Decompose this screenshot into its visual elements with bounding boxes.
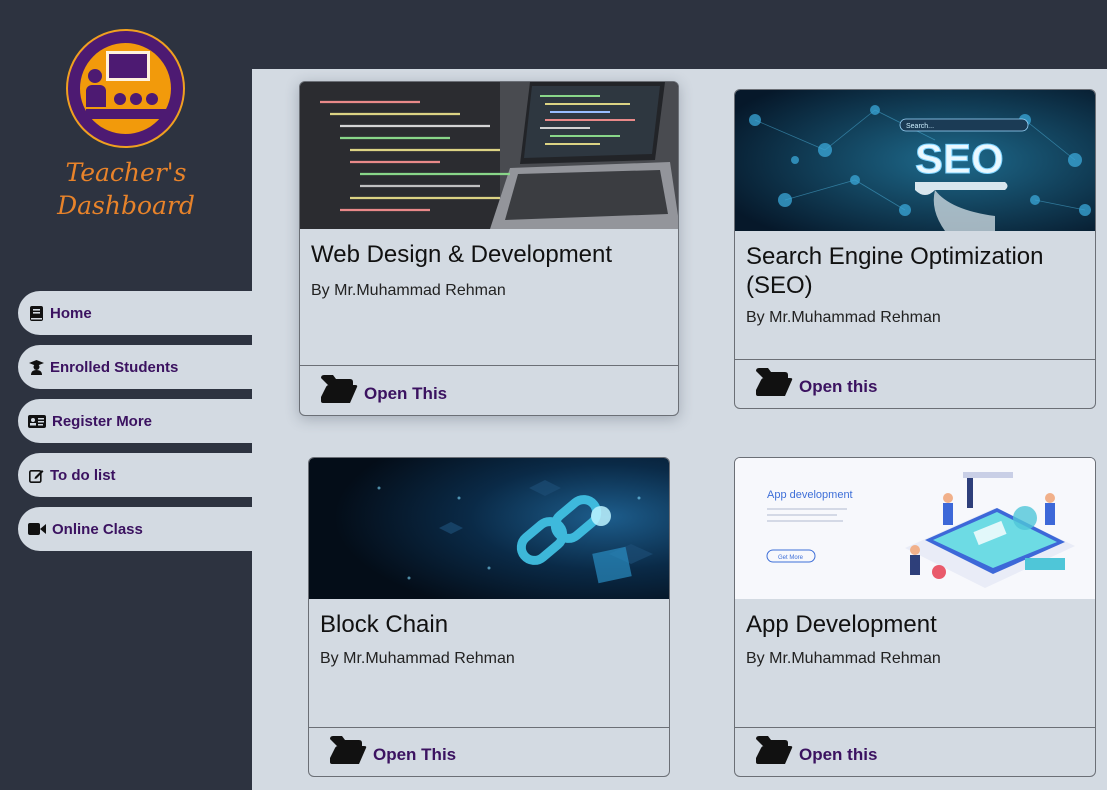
course-author: By Mr.Muhammad Rehman — [320, 650, 515, 667]
nav-item-home[interactable]: Home — [18, 291, 252, 335]
book-icon — [28, 305, 44, 321]
open-course-button[interactable]: Open this — [755, 735, 877, 765]
teacher-logo-icon — [66, 29, 185, 148]
app-image-heading: App development — [767, 489, 853, 501]
nav-item-label: Enrolled Students — [50, 358, 179, 376]
course-card: Block Chain By Mr.Muhammad Rehman Open T… — [308, 457, 670, 777]
course-title: Block Chain — [320, 611, 449, 638]
open-course-button[interactable]: Open This — [329, 735, 456, 765]
folder-open-icon — [321, 375, 358, 403]
nav-item-label: Online Class — [52, 520, 143, 538]
open-course-label: Open this — [799, 745, 878, 764]
course-card: App development Get More App Development… — [734, 457, 1096, 777]
id-card-icon — [28, 413, 46, 429]
course-title: Web Design & Development — [311, 241, 613, 268]
course-title: App Development — [746, 611, 937, 638]
folder-open-icon — [756, 368, 793, 396]
nav-item-label: To do list — [50, 466, 116, 484]
course-card: Web Design & Development By Mr.Muhammad … — [299, 81, 679, 416]
brand-title: Teacher's Dashboard — [40, 156, 212, 222]
course-grid: Web Design & Development By Mr.Muhammad … — [252, 69, 1107, 790]
edit-icon — [28, 467, 44, 483]
seo-image: Search... SEO — [735, 90, 1095, 231]
open-course-button[interactable]: Open This — [320, 374, 447, 404]
nav-item-register-more[interactable]: Register More — [18, 399, 252, 443]
brand-line-2: Dashboard — [57, 191, 195, 220]
app-image-button-text: Get More — [778, 555, 804, 561]
seo-search-text: Search... — [906, 123, 934, 130]
nav-item-to-do-list[interactable]: To do list — [18, 453, 252, 497]
code-laptop-image — [300, 82, 678, 229]
app-development-image: App development Get More — [735, 458, 1095, 599]
open-course-label: Open This — [364, 384, 448, 403]
course-author: By Mr.Muhammad Rehman — [746, 650, 941, 667]
blockchain-image — [309, 458, 669, 599]
course-author: By Mr.Muhammad Rehman — [311, 282, 506, 299]
nav-item-online-class[interactable]: Online Class — [18, 507, 252, 551]
sidebar: Teacher's Dashboard Home Enrolled Studen… — [0, 0, 252, 790]
card-footer: Open This — [309, 727, 669, 776]
folder-open-icon — [330, 736, 367, 764]
seo-image-text: SEO — [915, 135, 1004, 182]
card-footer: Open this — [735, 727, 1095, 776]
folder-open-icon — [756, 736, 793, 764]
nav-item-label: Register More — [52, 412, 153, 430]
open-course-button[interactable]: Open this — [755, 367, 877, 397]
graduate-icon — [28, 359, 44, 375]
open-course-label: Open This — [373, 745, 457, 764]
card-footer: Open This — [300, 365, 678, 415]
video-icon — [28, 521, 46, 537]
card-footer: Open this — [735, 359, 1095, 408]
open-course-label: Open this — [799, 377, 878, 396]
course-title: Search Engine Optimization (SEO) — [746, 243, 1044, 299]
brand-line-1: Teacher's — [65, 158, 187, 187]
nav-item-enrolled-students[interactable]: Enrolled Students — [18, 345, 252, 389]
nav-item-label: Home — [50, 304, 92, 322]
course-author: By Mr.Muhammad Rehman — [746, 309, 941, 326]
course-card: Search... SEO Search Engine Optimization… — [734, 89, 1096, 409]
